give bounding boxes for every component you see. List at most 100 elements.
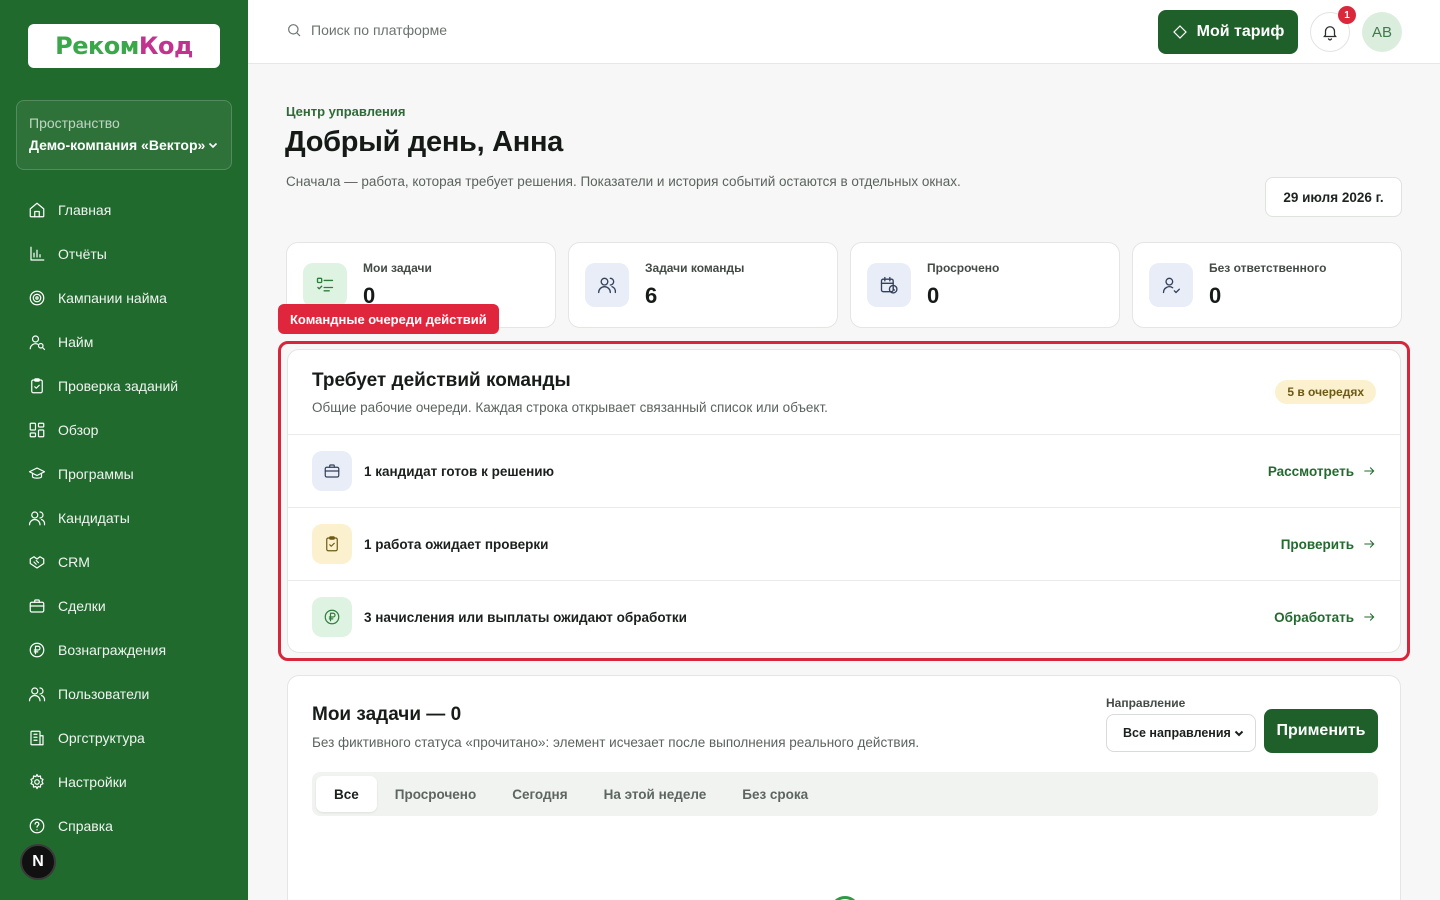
workspace-name: Демо-компания «Вектор» [29, 137, 206, 153]
clipboard-check-icon [31, 378, 43, 394]
page-subtitle: Сначала — работа, которая требует решени… [286, 174, 961, 189]
stat-label: Мои задачи [363, 261, 432, 275]
stat-label: Просрочено [927, 261, 1000, 275]
sidebar-item-crm[interactable]: CRM [16, 540, 232, 584]
my-plan-label: Мой тариф [1196, 23, 1285, 40]
sidebar-item-label: Отчёты [58, 246, 107, 262]
sidebar-item-label: Оргструктура [58, 730, 145, 746]
target-icon [29, 290, 45, 306]
sidebar-item-reports[interactable]: Отчёты [16, 232, 232, 276]
apply-button[interactable]: Применить [1264, 709, 1378, 753]
graduation-cap-icon [28, 467, 46, 479]
stat-card-team-tasks[interactable]: Задачи команды 6 [568, 242, 838, 328]
stat-label: Без ответственного [1209, 261, 1327, 275]
search-icon [288, 24, 301, 37]
stat-icon-wrap [303, 263, 347, 307]
sidebar-item-label: Найм [58, 334, 94, 350]
sidebar-item-label: Обзор [58, 422, 99, 438]
logo-text-part-a: Реком [55, 32, 139, 60]
loading-spinner [830, 896, 860, 900]
diamond-icon [1172, 25, 1187, 39]
my-tasks-subtitle: Без фиктивного статуса «прочитано»: элем… [312, 735, 920, 750]
my-tasks-title: Мои задачи — 0 [312, 704, 462, 725]
stat-card-overdue[interactable]: Просрочено 0 [850, 242, 1120, 328]
help-circle-icon [29, 818, 45, 834]
dashboard-icon [29, 422, 45, 438]
sidebar-item-label: Вознаграждения [58, 642, 167, 658]
page-title: Добрый день, Анна [285, 126, 564, 158]
sidebar-item-users[interactable]: Пользователи [16, 672, 232, 716]
current-date: 29 июля 2026 г. [1265, 177, 1402, 217]
search-input[interactable]: Поиск по платформе [286, 22, 447, 38]
users-icon [28, 687, 46, 702]
chevron-down-icon [1234, 730, 1244, 737]
sidebar-item-candidates[interactable]: Кандидаты [16, 496, 232, 540]
sidebar-item-label: Проверка заданий [58, 378, 179, 394]
stat-value: 0 [1209, 283, 1222, 308]
tab-no-deadline[interactable]: Без срока [724, 776, 826, 812]
search-placeholder: Поиск по платформе [311, 22, 448, 38]
stat-value: 0 [927, 283, 940, 308]
sidebar-item-label: Главная [58, 202, 112, 218]
calendar-clock-icon [880, 276, 898, 294]
user-check-icon [1162, 277, 1180, 294]
tab-overdue[interactable]: Просрочено [377, 776, 494, 812]
my-plan-button[interactable]: Мой тариф [1158, 10, 1298, 54]
sidebar-item-deals[interactable]: Сделки [16, 584, 232, 628]
sidebar-item-programs[interactable]: Программы [16, 452, 232, 496]
sidebar-item-label: Программы [58, 466, 134, 482]
user-avatar[interactable]: AB [1362, 12, 1402, 52]
page-kicker: Центр управления [286, 104, 406, 119]
sidebar-item-label: Пользователи [58, 686, 150, 702]
sidebar-item-label: Сделки [58, 598, 106, 614]
sidebar-item-rewards[interactable]: Вознаграждения [16, 628, 232, 672]
handshake-icon [29, 556, 45, 569]
topbar: Поиск по платформе Мой тариф 1 AB [248, 0, 1440, 64]
sidebar-item-org-structure[interactable]: Оргструктура [16, 716, 232, 760]
stat-value: 6 [645, 283, 658, 308]
sidebar-item-label: CRM [58, 554, 90, 570]
direction-label: Направление [1106, 696, 1186, 710]
briefcase-icon [29, 599, 45, 613]
sidebar-item-home[interactable]: Главная [16, 188, 232, 232]
highlight-frame [278, 341, 1410, 661]
ruble-coin-icon [29, 642, 45, 658]
logo-text-part-b: Код [138, 32, 194, 60]
sidebar-item-overview[interactable]: Обзор [16, 408, 232, 452]
checklist-icon [316, 277, 334, 292]
brand-logo[interactable]: РекомКод [28, 24, 220, 68]
gear-icon [30, 773, 44, 790]
dev-tools-badge[interactable]: N [20, 844, 56, 880]
user-search-icon [29, 335, 46, 351]
notification-count-badge: 1 [1338, 6, 1356, 24]
tab-today[interactable]: Сегодня [494, 776, 585, 812]
sidebar-item-label: Кампании найма [58, 290, 167, 306]
stat-card-unassigned[interactable]: Без ответственного 0 [1132, 242, 1402, 328]
workspace-switcher[interactable]: Пространство Демо-компания «Вектор» [16, 100, 232, 170]
sidebar-item-label: Кандидаты [58, 510, 130, 526]
sidebar-item-campaigns[interactable]: Кампании найма [16, 276, 232, 320]
highlight-callout-label: Командные очереди действий [278, 304, 499, 334]
bar-chart-icon [30, 246, 45, 261]
users-icon [28, 511, 46, 526]
users-icon [598, 277, 617, 294]
chevron-down-icon [208, 142, 218, 149]
building-icon [30, 730, 44, 746]
home-icon [29, 202, 45, 218]
workspace-label: Пространство [29, 115, 120, 131]
sidebar-item-task-review[interactable]: Проверка заданий [16, 364, 232, 408]
stat-icon-wrap [867, 263, 911, 307]
sidebar-item-label: Настройки [58, 774, 127, 790]
tab-all[interactable]: Все [316, 776, 377, 812]
sidebar-nav: Главная Отчёты Кампании найма Найм Прове… [16, 188, 232, 848]
sidebar-item-label: Справка [58, 818, 113, 834]
sidebar-item-settings[interactable]: Настройки [16, 760, 232, 804]
stat-icon-wrap [1149, 263, 1193, 307]
my-tasks-panel: Мои задачи — 0 Без фиктивного статуса «п… [287, 675, 1401, 900]
direction-select[interactable]: Все направления [1106, 714, 1256, 752]
task-filter-tabs: Все Просрочено Сегодня На этой неделе Бе… [312, 772, 1378, 816]
stat-icon-wrap [585, 263, 629, 307]
tab-this-week[interactable]: На этой неделе [586, 776, 725, 812]
sidebar-item-hiring[interactable]: Найм [16, 320, 232, 364]
sidebar-item-help[interactable]: Справка [16, 804, 232, 848]
